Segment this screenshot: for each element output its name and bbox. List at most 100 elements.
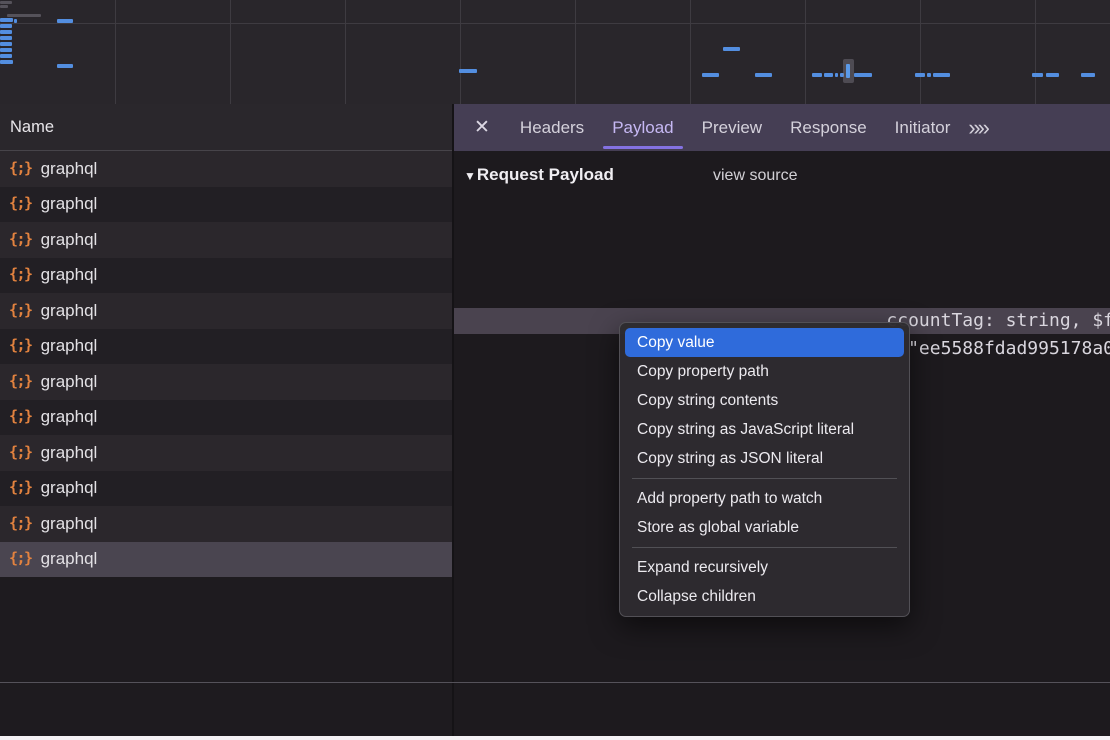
payload-root-row[interactable]: ▼ {operationName: "ipFlowTimeseries", va… <box>454 249 1110 275</box>
tab-label: Preview <box>702 118 762 138</box>
context-menu: Copy valueCopy property pathCopy string … <box>619 322 910 617</box>
name-column-label: Name <box>10 118 54 137</box>
json-braces-icon: {;} <box>9 407 32 425</box>
menu-item-copy-property-path[interactable]: Copy property path <box>625 357 904 386</box>
section-expanded-icon[interactable]: ▼ <box>464 169 476 183</box>
menu-item-copy-value[interactable]: Copy value <box>625 328 904 357</box>
json-braces-icon: {;} <box>9 230 32 248</box>
overview-request-bar <box>723 47 740 51</box>
overview-request-bar <box>824 73 833 77</box>
overview-request-bar <box>915 73 925 77</box>
request-name: graphql <box>41 230 98 250</box>
request-name: graphql <box>41 336 98 356</box>
overview-request-bar <box>1046 73 1059 77</box>
tab-initiator[interactable]: Initiator <box>881 104 965 151</box>
tab-headers[interactable]: Headers <box>506 104 598 151</box>
request-row[interactable]: {;} graphql <box>0 258 452 294</box>
menu-separator <box>632 547 897 548</box>
overview-gray-bar <box>0 1 12 4</box>
menu-item-label: Copy string as JavaScript literal <box>637 421 854 439</box>
tab-label: Headers <box>520 118 584 138</box>
request-row[interactable]: {;} graphql <box>0 364 452 400</box>
name-column-header[interactable]: Name <box>0 104 452 151</box>
more-tabs-icon[interactable]: »» <box>968 115 1000 141</box>
json-braces-icon: {;} <box>9 372 32 390</box>
request-name: graphql <box>41 301 98 321</box>
variables-value-clipped-end: "ee5588fdad995178a0 <box>908 336 1110 362</box>
request-row[interactable]: {;} graphql <box>0 222 452 258</box>
request-name: graphql <box>41 443 98 463</box>
request-name: graphql <box>41 159 98 179</box>
overview-gridline <box>345 0 346 104</box>
overview-marker-bar <box>846 64 850 78</box>
menu-item-expand-recursively[interactable]: Expand recursively <box>625 553 904 582</box>
overview-band-divider <box>0 23 1110 24</box>
menu-separator <box>632 478 897 479</box>
request-row[interactable]: {;} graphql <box>0 187 452 223</box>
overview-request-bar <box>0 24 12 28</box>
overview-request-bar <box>0 48 12 52</box>
request-name: graphql <box>41 407 98 427</box>
overview-gridline <box>460 0 461 104</box>
request-row[interactable]: {;} graphql <box>0 435 452 471</box>
menu-item-label: Copy value <box>637 334 715 352</box>
overview-request-bar <box>755 73 772 77</box>
request-row[interactable]: {;}graphql <box>0 542 452 578</box>
overview-request-bar <box>0 36 12 40</box>
request-name: graphql <box>41 194 98 214</box>
request-row[interactable]: {;}graphql <box>0 329 452 365</box>
request-name: graphql <box>41 265 98 285</box>
overview-request-bar <box>0 42 12 46</box>
overview-gray-bar <box>7 14 41 17</box>
close-icon[interactable]: ✕ <box>474 116 490 139</box>
request-row[interactable]: {;}graphql <box>0 471 452 507</box>
request-row[interactable]: {;}graphql <box>0 151 452 187</box>
menu-item-label: Expand recursively <box>637 559 768 577</box>
devtools-network-panel: Name {;} graphql {;} graphql {;} graphql {;} gr… <box>0 0 1110 740</box>
operation-name-row[interactable]: operationName: "ipFlowTimeseries" <box>454 279 1110 305</box>
overview-request-bar <box>57 19 73 23</box>
request-payload-section[interactable]: ▼ Request Payload <box>464 165 614 185</box>
menu-item-collapse-children[interactable]: Collapse children <box>625 582 904 611</box>
json-braces-icon: {;} <box>9 194 32 212</box>
overview-request-bar <box>0 30 12 34</box>
overview-request-bar <box>702 73 719 77</box>
overview-request-bar <box>0 54 12 58</box>
menu-item-copy-string-as-json-literal[interactable]: Copy string as JSON literal <box>625 444 904 473</box>
overview-gridline <box>1035 0 1036 104</box>
tab-payload[interactable]: Payload <box>598 104 687 151</box>
bottom-section-divider <box>0 682 1110 683</box>
menu-item-label: Store as global variable <box>637 519 799 537</box>
request-row[interactable]: {;}graphql <box>0 293 452 329</box>
request-row[interactable]: {;} graphql <box>0 400 452 436</box>
menu-item-store-as-global-variable[interactable]: Store as global variable <box>625 513 904 542</box>
overview-gray-bar <box>0 5 8 8</box>
menu-item-label: Add property path to watch <box>637 490 822 508</box>
section-title: Request Payload <box>477 165 614 185</box>
json-braces-icon: {;} <box>9 514 32 532</box>
json-braces-icon: {;} <box>9 443 32 461</box>
overview-request-bar <box>927 73 931 77</box>
tab-label: Payload <box>612 118 673 138</box>
menu-item-copy-string-contents[interactable]: Copy string contents <box>625 386 904 415</box>
menu-item-copy-string-as-javascript-literal[interactable]: Copy string as JavaScript literal <box>625 415 904 444</box>
request-row[interactable]: {;}graphql <box>0 506 452 542</box>
tab-response[interactable]: Response <box>776 104 881 151</box>
overview-request-bar <box>0 18 13 22</box>
request-detail-panel: ✕ Headers Payload Preview ResponseInitiator… <box>452 104 1110 736</box>
network-overview-timeline[interactable] <box>0 0 1110 106</box>
json-braces-icon: {;} <box>9 265 32 283</box>
view-source-link[interactable]: view source <box>713 167 797 185</box>
menu-item-add-property-path-to-watch[interactable]: Add property path to watch <box>625 484 904 513</box>
overview-request-bar <box>1081 73 1095 77</box>
overview-gridline <box>115 0 116 104</box>
overview-gridline <box>920 0 921 104</box>
request-name: graphql <box>41 372 98 392</box>
detail-tab-bar: ✕ Headers Payload Preview ResponseInitiator… <box>454 104 1110 151</box>
json-braces-icon: {;} <box>9 549 32 567</box>
overview-request-bar <box>835 73 838 77</box>
overview-request-bar <box>459 69 477 73</box>
overview-request-bar <box>854 73 872 77</box>
tab-preview[interactable]: Preview <box>688 104 776 151</box>
query-value-clipped-end: ccountTag: string, $f <box>886 308 1110 334</box>
